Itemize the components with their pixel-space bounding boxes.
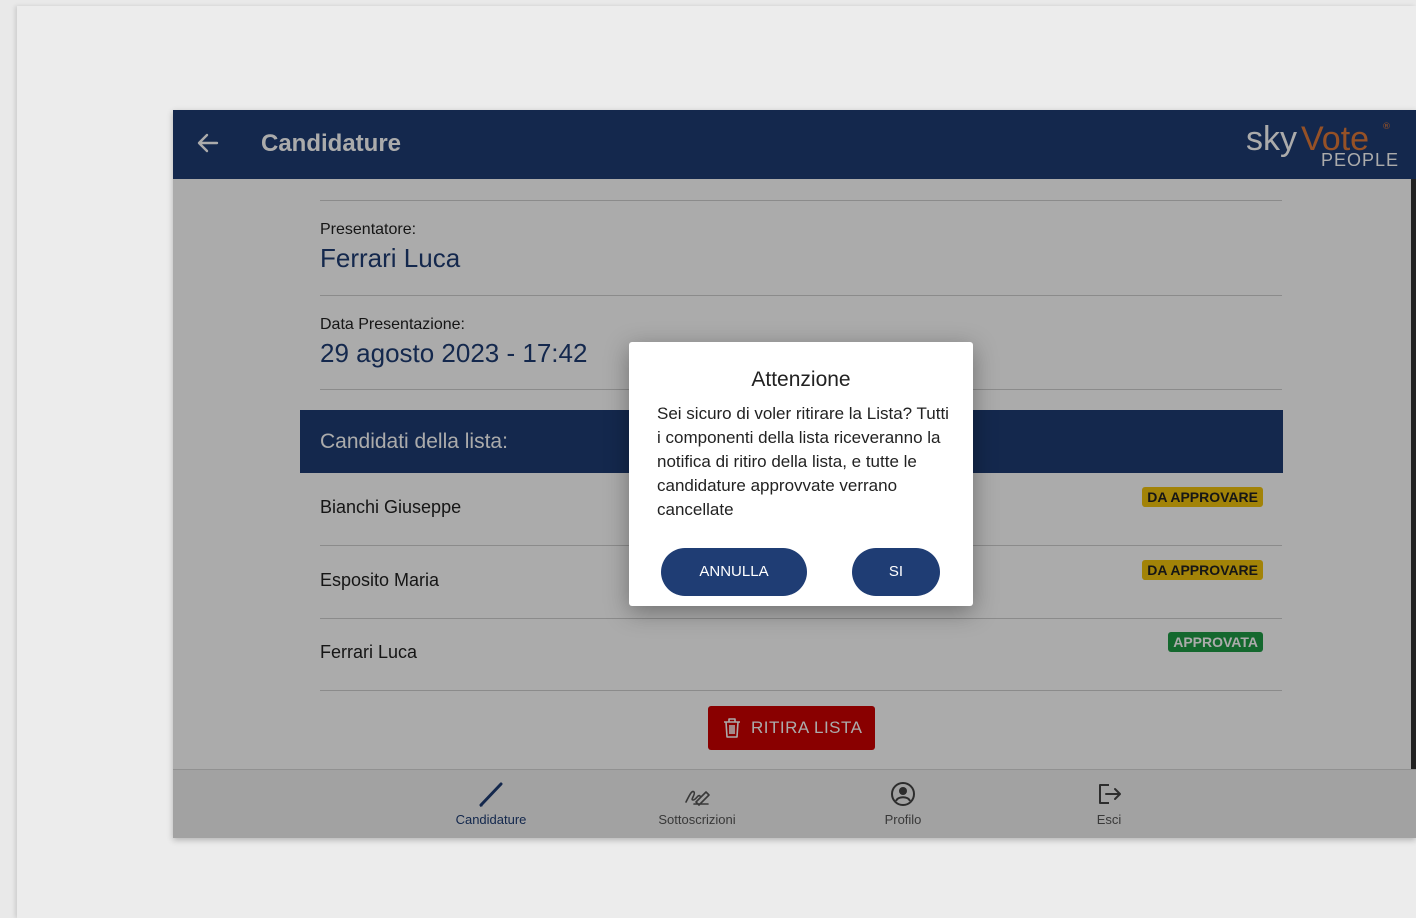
dialog-message: Sei sicuro di voler ritirare la Lista? T… (657, 404, 949, 519)
confirm-button[interactable]: SI (852, 548, 940, 596)
cancel-button[interactable]: ANNULLA (661, 548, 807, 596)
confirm-dialog: Attenzione Sei sicuro di voler ritirare … (629, 342, 973, 606)
dialog-title: Attenzione (751, 368, 851, 391)
app-window: Candidature sky Vote ® PEOPLE Presentato… (173, 110, 1416, 838)
scrollbar-edge (1411, 179, 1416, 769)
